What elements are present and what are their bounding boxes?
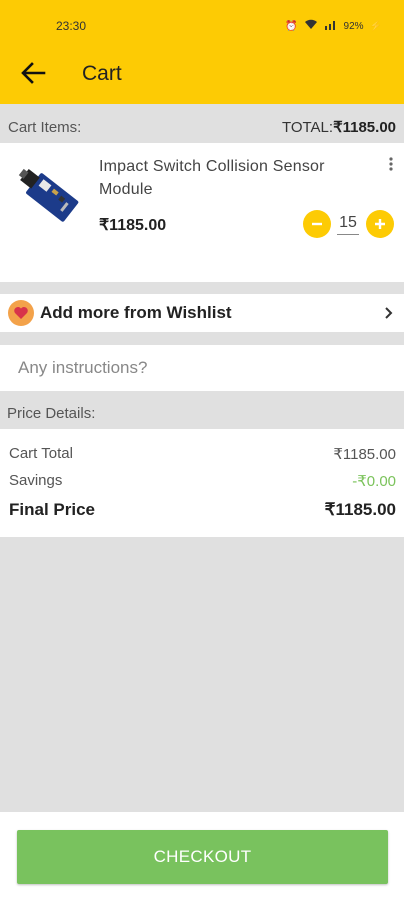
decrease-quantity-button[interactable] [303, 210, 331, 238]
more-vertical-icon [389, 157, 393, 171]
cart-summary-bar: Cart Items: TOTAL:₹1185.00 [0, 112, 404, 142]
increase-quantity-button[interactable] [366, 210, 394, 238]
battery-icon: ⚡ [369, 20, 382, 32]
item-menu-button[interactable] [388, 157, 394, 173]
price-details-header: Price Details: [7, 405, 96, 422]
row-value: -₹0.00 [352, 473, 396, 490]
status-time: 23:30 [56, 19, 87, 33]
minus-icon [312, 222, 322, 226]
cart-total: TOTAL:₹1185.00 [282, 118, 396, 136]
back-button[interactable] [18, 58, 48, 88]
price-details-card: Cart Total ₹1185.00 Savings -₹0.00 Final… [0, 429, 404, 537]
footer-bar: CHECKOUT [0, 812, 404, 900]
product-price: ₹1185.00 [99, 217, 167, 234]
add-from-wishlist-row[interactable]: Add more from Wishlist [0, 294, 404, 332]
checkout-button[interactable]: CHECKOUT [17, 830, 388, 884]
total-label: TOTAL: [281, 119, 334, 136]
arrow-left-icon [21, 62, 46, 84]
row-value: ₹1185.00 [333, 446, 396, 463]
quantity-value[interactable]: 15 [337, 214, 359, 235]
row-label: Final Price [9, 500, 95, 519]
product-name[interactable]: Impact Switch Collision Sensor Module [99, 155, 359, 201]
wishlist-label: Add more from Wishlist [40, 303, 232, 322]
cart-items-label: Cart Items: [8, 118, 82, 136]
signal-icon [324, 19, 338, 33]
plus-icon [375, 219, 385, 229]
instructions-input[interactable] [0, 345, 404, 391]
cart-total-row: Cart Total ₹1185.00 [9, 445, 396, 463]
row-label: Savings [9, 472, 63, 489]
heart-icon [8, 300, 34, 326]
row-value: ₹1185.00 [324, 500, 396, 519]
final-price-row: Final Price ₹1185.00 [9, 500, 396, 520]
product-image[interactable] [8, 155, 92, 239]
alarm-icon: ⏰ [285, 20, 298, 32]
chevron-right-icon [385, 307, 393, 319]
status-bar: 23:30 ⏰ 92% ⚡ [0, 17, 404, 39]
page-title: Cart [82, 62, 122, 85]
instructions-field-container [0, 345, 404, 391]
app-header: 23:30 ⏰ 92% ⚡ Cart [0, 0, 404, 104]
total-value: ₹1185.00 [333, 119, 396, 136]
row-label: Cart Total [9, 445, 73, 462]
battery-text: 92% [343, 20, 364, 32]
cart-item[interactable]: Impact Switch Collision Sensor Module ₹1… [0, 143, 404, 282]
status-icons: ⏰ 92% ⚡ [285, 19, 382, 33]
wifi-icon [304, 19, 318, 33]
savings-row: Savings -₹0.00 [9, 472, 396, 490]
